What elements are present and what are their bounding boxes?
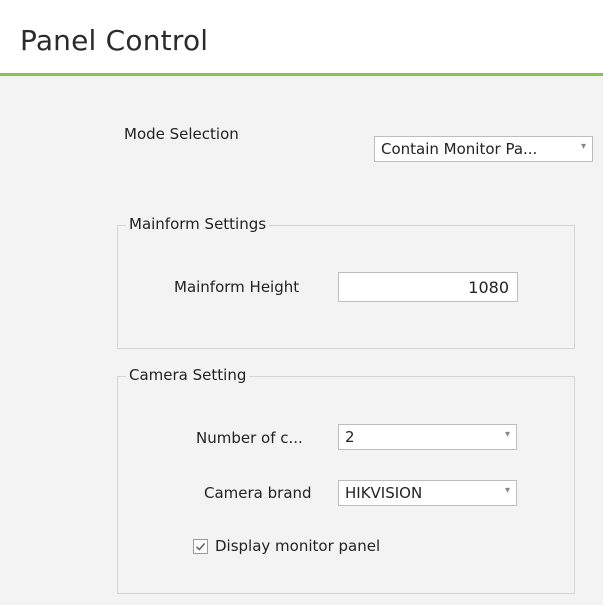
mainform-height-input[interactable]: 1080 bbox=[338, 272, 518, 302]
page-title: Panel Control bbox=[20, 24, 209, 57]
header: Panel Control bbox=[0, 0, 603, 76]
chevron-down-icon: ▾ bbox=[504, 485, 510, 496]
mode-selection-label: Mode Selection bbox=[124, 125, 239, 143]
display-monitor-panel-label[interactable]: Display monitor panel bbox=[215, 537, 380, 555]
number-of-cameras-dropdown[interactable]: 2 ▾ bbox=[338, 424, 517, 450]
number-of-cameras-value: 2 bbox=[345, 428, 355, 446]
display-monitor-panel-checkbox[interactable] bbox=[193, 539, 208, 554]
camera-brand-dropdown[interactable]: HIKVISION ▾ bbox=[338, 480, 517, 506]
chevron-down-icon: ▾ bbox=[504, 429, 510, 440]
mainform-height-label: Mainform Height bbox=[174, 278, 300, 296]
camera-brand-value: HIKVISION bbox=[345, 484, 423, 502]
mode-selection-value: Contain Monitor Pa... bbox=[381, 140, 538, 158]
settings-panel: Mode Selection Contain Monitor Pa... ▾ M… bbox=[0, 76, 603, 605]
camera-brand-label: Camera brand bbox=[204, 484, 312, 502]
mode-selection-dropdown[interactable]: Contain Monitor Pa... ▾ bbox=[374, 136, 593, 162]
mainform-settings-title: Mainform Settings bbox=[126, 215, 270, 233]
chevron-down-icon: ▾ bbox=[580, 141, 586, 152]
checkmark-icon bbox=[196, 542, 206, 551]
number-of-cameras-label: Number of c... bbox=[196, 429, 303, 447]
mainform-height-value: 1080 bbox=[468, 278, 509, 297]
camera-setting-title: Camera Setting bbox=[126, 366, 250, 384]
